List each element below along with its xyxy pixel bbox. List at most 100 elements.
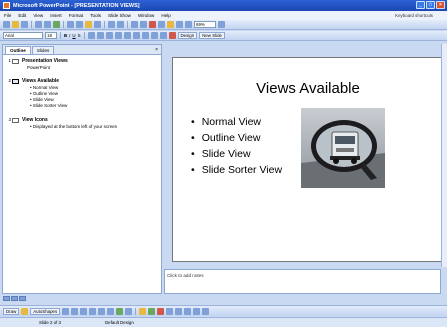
numbering-icon[interactable] xyxy=(114,32,122,39)
new-slide-button[interactable]: New Slide xyxy=(199,32,225,39)
maximize-icon[interactable]: □ xyxy=(426,1,435,9)
fill-color-icon[interactable] xyxy=(139,307,147,315)
3d-style-icon[interactable] xyxy=(202,307,210,315)
line-style-icon[interactable] xyxy=(166,307,174,315)
slide-canvas[interactable]: Views Available Normal View Outline View… xyxy=(172,57,442,262)
outline-bullet[interactable]: • Slide Sorter View xyxy=(30,103,67,108)
outline-slide-3[interactable]: 3 View Icons • Displayed at the bottom l… xyxy=(5,117,159,130)
normal-view-icon[interactable] xyxy=(3,296,10,301)
picture-icon[interactable] xyxy=(125,307,133,315)
grayscale-icon[interactable] xyxy=(185,21,192,28)
save-icon[interactable] xyxy=(21,21,28,28)
menu-insert[interactable]: Insert xyxy=(50,13,62,18)
menu-window[interactable]: Window xyxy=(138,13,154,18)
slide-sorter-view-icon[interactable] xyxy=(11,296,18,301)
new-icon[interactable] xyxy=(3,21,10,28)
menu-view[interactable]: View xyxy=(33,13,43,18)
slide-show-view-icon[interactable] xyxy=(19,296,26,301)
undo-icon[interactable] xyxy=(108,21,115,28)
menu-format[interactable]: Format xyxy=(69,13,84,18)
select-objects-icon[interactable] xyxy=(21,307,29,315)
powerpoint-app-icon xyxy=(3,2,10,9)
menu-tools[interactable]: Tools xyxy=(90,13,101,18)
copy-icon[interactable] xyxy=(76,21,83,28)
toolbar-separator xyxy=(127,21,128,28)
slide-position: Slide 2 of 3 xyxy=(39,320,61,325)
redo-icon[interactable] xyxy=(117,21,124,28)
font-color-icon[interactable] xyxy=(168,32,176,39)
menu-help[interactable]: Help xyxy=(161,13,170,18)
outline-bullet[interactable]: • Normal View xyxy=(30,85,67,90)
design-button[interactable]: Design xyxy=(177,32,198,39)
format-painter-icon[interactable] xyxy=(94,21,101,28)
outline-slide-subtitle[interactable]: PowerPoint xyxy=(27,65,68,70)
outline-slide-title[interactable]: Presentation Views xyxy=(22,58,68,64)
help-search-box[interactable]: Keyboard shortcuts xyxy=(395,13,433,18)
notes-pane[interactable]: Click to add notes xyxy=(164,269,441,294)
insert-picture-icon[interactable] xyxy=(149,21,156,28)
align-right-icon[interactable] xyxy=(105,32,113,39)
font-name-box[interactable]: Arial xyxy=(3,32,43,39)
dash-style-icon[interactable] xyxy=(175,307,183,315)
line-icon[interactable] xyxy=(62,307,70,315)
print-preview-icon[interactable] xyxy=(44,21,51,28)
increase-font-icon[interactable] xyxy=(132,32,140,39)
shadow-style-icon[interactable] xyxy=(193,307,201,315)
outline-slide-title[interactable]: View Icons xyxy=(22,117,117,123)
slide-bullet: Normal View xyxy=(191,114,282,130)
expand-all-icon[interactable] xyxy=(167,21,174,28)
line-color-icon[interactable] xyxy=(148,307,156,315)
truck-mirror-picture[interactable] xyxy=(301,108,385,188)
outline-bullet[interactable]: • Outline View xyxy=(30,91,67,96)
wordart-icon[interactable] xyxy=(107,307,115,315)
close-pane-icon[interactable]: × xyxy=(155,47,158,53)
decrease-font-icon[interactable] xyxy=(141,32,149,39)
open-icon[interactable] xyxy=(12,21,19,28)
increase-indent-icon[interactable] xyxy=(159,32,167,39)
slide-bullet-list[interactable]: Normal View Outline View Slide View Slid… xyxy=(191,114,282,178)
menu-edit[interactable]: Edit xyxy=(18,13,26,18)
text-box-icon[interactable] xyxy=(98,307,106,315)
underline-button[interactable]: U xyxy=(72,33,75,38)
align-left-icon[interactable] xyxy=(87,32,95,39)
outline-bullet[interactable]: • Displayed at the bottom left of your s… xyxy=(30,124,117,129)
clip-art-icon[interactable] xyxy=(116,307,124,315)
outline-slide-2[interactable]: 2 Views Available • Normal View • Outlin… xyxy=(5,78,159,109)
help-icon[interactable] xyxy=(218,21,225,28)
menu-file[interactable]: File xyxy=(4,13,11,18)
print-icon[interactable] xyxy=(35,21,42,28)
minimize-icon[interactable]: _ xyxy=(416,1,425,9)
insert-chart-icon[interactable] xyxy=(131,21,138,28)
outline-bullet[interactable]: • Slide View xyxy=(30,97,67,102)
insert-table-icon[interactable] xyxy=(140,21,147,28)
show-formatting-icon[interactable] xyxy=(176,21,183,28)
insert-diagram-icon[interactable] xyxy=(158,21,165,28)
slide-title[interactable]: Views Available xyxy=(173,80,443,97)
decrease-indent-icon[interactable] xyxy=(150,32,158,39)
bold-button[interactable]: B xyxy=(64,33,67,38)
oval-icon[interactable] xyxy=(89,307,97,315)
italic-button[interactable]: I xyxy=(69,33,70,38)
close-icon[interactable]: × xyxy=(436,1,445,9)
arrow-style-icon[interactable] xyxy=(184,307,192,315)
spelling-icon[interactable] xyxy=(53,21,60,28)
rectangle-icon[interactable] xyxy=(80,307,88,315)
slide-vertical-scrollbar[interactable] xyxy=(441,44,447,267)
menu-slide-show[interactable]: Slide Show xyxy=(108,13,131,18)
outline-slide-1[interactable]: 1 Presentation Views PowerPoint xyxy=(5,58,159,70)
tab-outline[interactable]: Outline xyxy=(5,46,31,54)
paste-icon[interactable] xyxy=(85,21,92,28)
zoom-box[interactable]: 69% xyxy=(194,21,216,28)
outline-slide-title[interactable]: Views Available xyxy=(22,78,67,84)
bullets-icon[interactable] xyxy=(123,32,131,39)
shadow-button[interactable]: S xyxy=(78,33,81,38)
arrow-icon[interactable] xyxy=(71,307,79,315)
tab-slides[interactable]: Slides xyxy=(31,46,55,54)
align-center-icon[interactable] xyxy=(96,32,104,39)
draw-menu-button[interactable]: Draw xyxy=(3,307,20,315)
font-color-icon[interactable] xyxy=(157,307,165,315)
autoshapes-button[interactable]: AutoShapes xyxy=(30,307,61,315)
font-size-box[interactable]: 18 xyxy=(45,32,57,39)
cut-icon[interactable] xyxy=(67,21,74,28)
toolbar-separator xyxy=(104,21,105,28)
